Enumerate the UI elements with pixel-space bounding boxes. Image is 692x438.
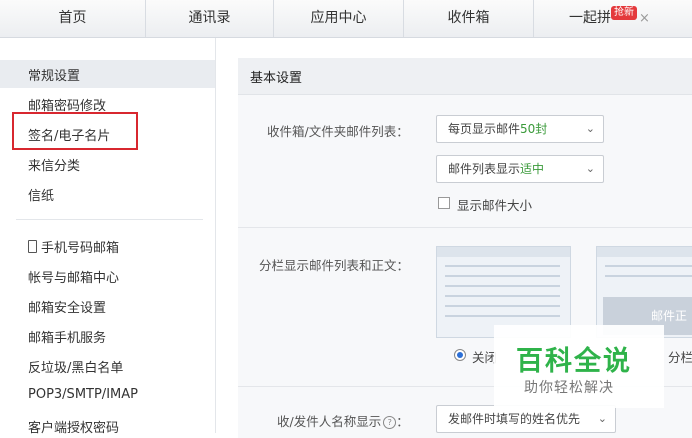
sidebar-item-account-center[interactable]: 帐号与邮箱中心 — [28, 267, 119, 286]
sidebar-item-mail-filter[interactable]: 来信分类 — [28, 155, 80, 174]
tab-group-buy[interactable]: 一起拼 抢新 × — [534, 0, 692, 37]
tab-inbox-label: 收件箱 — [447, 10, 490, 26]
sidebar-item-general[interactable]: 常规设置 — [28, 65, 80, 84]
radio-selected-dot — [457, 352, 463, 358]
density-value: 适中 — [520, 162, 545, 176]
tab-inbox[interactable]: 收件箱 — [404, 0, 534, 37]
thumb-line — [605, 275, 692, 277]
sidebar-item-pop3-smtp-imap[interactable]: POP3/SMTP/IMAP — [28, 387, 138, 402]
sidebar-item-stationery[interactable]: 信纸 — [28, 185, 54, 204]
mail-list-label: 收件箱/文件夹邮件列表： — [267, 124, 409, 139]
name-display-label-text: 收/发件人名称显示 — [277, 414, 382, 429]
per-page-value: 50封 — [520, 122, 548, 136]
per-page-select[interactable]: 每页显示邮件50封 ⌄ — [436, 115, 604, 143]
tab-contacts-label: 通讯录 — [188, 10, 231, 26]
settings-sidebar: 常规设置 邮箱密码修改 签名/电子名片 来信分类 信纸 手机号码邮箱 帐号与邮箱… — [0, 38, 216, 436]
tab-app-center-label: 应用中心 — [310, 10, 367, 26]
split-preview-text: 邮件正 — [651, 309, 688, 323]
density-prefix: 邮件列表显示 — [448, 162, 521, 176]
tab-group-buy-label: 一起拼 — [569, 10, 611, 26]
thumb-line — [445, 275, 560, 277]
name-display-select[interactable]: 发邮件时填写的姓名优先 ⌄ — [436, 405, 616, 433]
thumb-header — [597, 247, 692, 257]
watermark-subtitle: 助你轻松解决 — [524, 380, 614, 396]
chevron-down-icon: ⌄ — [597, 412, 607, 425]
name-display-value: 发邮件时填写的姓名优先 — [448, 412, 581, 426]
thumb-line — [605, 265, 692, 267]
thumb-line — [445, 285, 560, 287]
panel-title: 基本设置 — [250, 71, 303, 86]
split-right-label: 分栏 — [668, 350, 692, 365]
tab-contacts[interactable]: 通讯录 — [146, 0, 274, 37]
list-density-select[interactable]: 邮件列表显示适中 ⌄ — [436, 155, 604, 183]
thumb-line — [445, 265, 560, 267]
thumb-line — [445, 315, 560, 317]
thumb-line — [445, 305, 560, 307]
name-display-label: 收/发件人名称显示?： — [277, 411, 409, 430]
top-tab-bar: 首页 通讯录 应用中心 收件箱 一起拼 抢新 × — [0, 0, 692, 38]
watermark: 百科全说 助你轻松解决 — [494, 325, 664, 408]
per-page-prefix: 每页显示邮件 — [448, 122, 521, 136]
show-size-label: 显示邮件大小 — [457, 198, 533, 213]
sidebar-item-antispam[interactable]: 反垃圾/黑白名单 — [28, 357, 123, 376]
tab-home[interactable]: 首页 — [0, 0, 146, 37]
new-badge: 抢新 — [611, 6, 637, 20]
sidebar-item-phone-mailbox[interactable]: 手机号码邮箱 — [28, 237, 119, 256]
sidebar-divider — [16, 219, 203, 220]
tab-home-label: 首页 — [58, 10, 87, 26]
section-separator — [238, 227, 692, 228]
highlight-box — [12, 112, 138, 150]
close-icon[interactable]: × — [639, 11, 650, 26]
thumb-line — [445, 295, 560, 297]
show-size-checkbox[interactable] — [438, 197, 450, 209]
sidebar-item-mobile-service[interactable]: 邮箱手机服务 — [28, 327, 106, 346]
sidebar-item-client-auth-password[interactable]: 客户端授权密码 — [28, 417, 119, 436]
thumb-header — [437, 247, 570, 257]
split-off-radio[interactable] — [454, 349, 466, 361]
label-colon: ： — [396, 414, 409, 429]
phone-icon — [28, 240, 37, 253]
sidebar-item-phone-mailbox-label: 手机号码邮箱 — [41, 241, 120, 256]
chevron-down-icon: ⌄ — [585, 162, 595, 175]
tab-app-center[interactable]: 应用中心 — [274, 0, 404, 37]
chevron-down-icon: ⌄ — [585, 122, 595, 135]
help-icon[interactable]: ? — [383, 416, 397, 429]
panel-header: 基本设置 — [238, 58, 692, 95]
split-view-label: 分栏显示邮件列表和正文： — [259, 258, 410, 273]
sidebar-item-security[interactable]: 邮箱安全设置 — [28, 297, 106, 316]
watermark-title: 百科全说 — [516, 346, 632, 377]
